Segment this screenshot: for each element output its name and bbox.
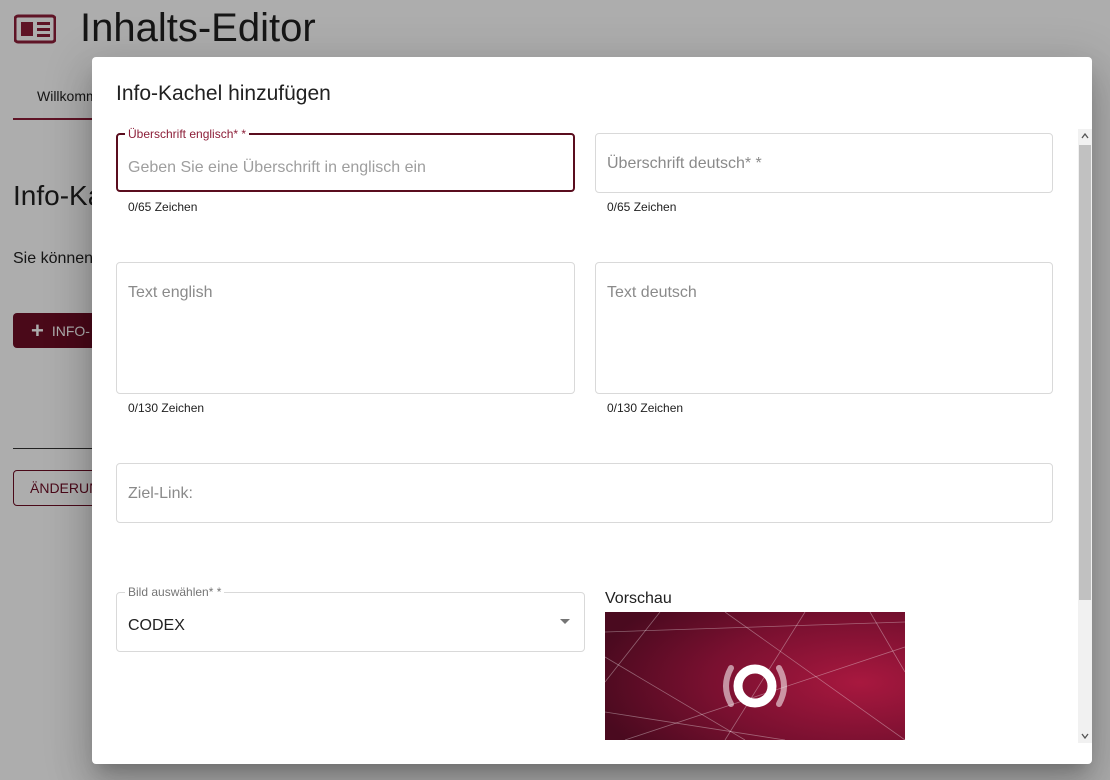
- heading-german-field[interactable]: Überschrift deutsch* *: [595, 133, 1053, 193]
- heading-english-placeholder: Geben Sie eine Überschrift in englisch e…: [128, 159, 426, 176]
- scrollbar-thumb[interactable]: [1079, 145, 1091, 600]
- dialog-content: Überschrift englisch* * Geben Sie eine Ü…: [92, 127, 1092, 747]
- target-link-placeholder: Ziel-Link:: [128, 485, 193, 502]
- image-select-value: CODEX: [128, 617, 185, 634]
- image-select[interactable]: Bild auswählen* * CODEX: [116, 585, 585, 652]
- heading-german-counter: 0/65 Zeichen: [607, 200, 677, 214]
- chevron-down-icon[interactable]: [560, 619, 570, 624]
- preview-label: Vorschau: [605, 590, 672, 607]
- dialog-scrollbar[interactable]: [1078, 129, 1092, 743]
- heading-german-placeholder: Überschrift deutsch* *: [607, 155, 762, 172]
- heading-english-field[interactable]: Überschrift englisch* * Geben Sie eine Ü…: [116, 127, 575, 192]
- text-english-field[interactable]: Text english: [116, 262, 575, 394]
- target-link-field[interactable]: Ziel-Link:: [116, 463, 1053, 523]
- heading-english-label: Überschrift englisch* *: [125, 127, 250, 141]
- image-select-label: Bild auswählen* *: [125, 585, 225, 599]
- scroll-down-icon[interactable]: [1078, 729, 1092, 743]
- text-english-placeholder: Text english: [128, 284, 213, 301]
- preview-image: [605, 612, 905, 740]
- scroll-up-icon[interactable]: [1078, 129, 1092, 143]
- add-info-tile-dialog: Info-Kachel hinzufügen Überschrift engli…: [92, 57, 1092, 764]
- heading-english-counter: 0/65 Zeichen: [128, 200, 198, 214]
- preview-graphic: [605, 612, 905, 740]
- text-german-counter: 0/130 Zeichen: [607, 401, 684, 415]
- text-german-placeholder: Text deutsch: [607, 284, 697, 301]
- text-english-counter: 0/130 Zeichen: [128, 401, 205, 415]
- dialog-title: Info-Kachel hinzufügen: [116, 82, 331, 105]
- text-german-field[interactable]: Text deutsch: [595, 262, 1053, 394]
